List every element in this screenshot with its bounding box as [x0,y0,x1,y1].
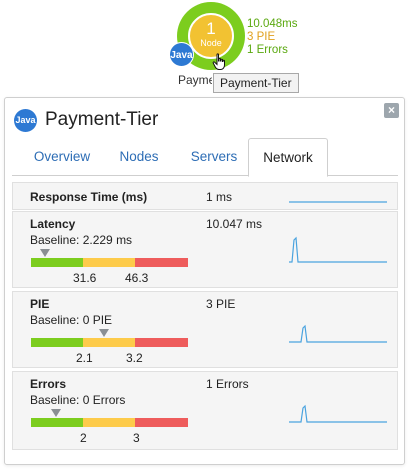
threshold-normal [31,258,83,267]
threshold-critical-label: 3.2 [126,351,143,365]
panel-header: Java Payment-Tier [14,107,158,133]
threshold-critical [135,338,188,347]
latency-sparkline [289,236,387,263]
metric-value: 1 ms [206,190,233,204]
threshold-normal [31,418,83,427]
metric-name: Response Time (ms) [30,190,148,204]
pie-sparkline [289,324,387,343]
node-stat-ms: 10.048ms [247,18,298,30]
java-icon: Java [169,42,194,67]
baseline-marker [51,409,61,417]
tab-servers[interactable]: Servers [178,138,250,176]
node-detail-panel: Java Payment-Tier × Overview Nodes Serve… [4,97,405,465]
metric-latency: Latency Baseline: 2.229 ms 10.047 ms 31.… [12,211,398,288]
metric-errors: Errors Baseline: 0 Errors 1 Errors 2 3 [12,371,398,450]
node-graph: 1 Node Java 10.048ms 3 PIE 1 Errors Paym… [0,0,410,100]
metric-value: 1 Errors [206,377,249,391]
threshold-critical-label: 46.3 [125,271,149,285]
baseline-marker [40,249,50,257]
threshold-warning [83,418,135,427]
threshold-critical-label: 3 [133,431,140,445]
response-sparkline [289,201,387,203]
metric-baseline: Baseline: 2.229 ms [30,233,133,247]
metric-name: Latency [30,217,76,231]
metric-name: PIE [30,297,50,311]
threshold-critical [135,258,188,267]
java-icon: Java [14,108,37,132]
threshold-bar [31,338,188,347]
node-label: Node [200,38,222,48]
errors-sparkline [289,404,387,423]
threshold-warning [83,338,135,347]
metric-value: 3 PIE [206,297,236,311]
threshold-warning-label: 2.1 [76,351,93,365]
tab-nodes[interactable]: Nodes [108,138,170,176]
threshold-warning [83,258,135,267]
metric-pie: PIE Baseline: 0 PIE 3 PIE 2.1 3.2 [12,291,398,368]
node-tooltip: Payment-Tier [213,73,299,93]
metric-name: Errors [30,377,67,391]
metric-baseline: Baseline: 0 Errors [30,393,126,407]
threshold-warning-label: 31.6 [73,271,97,285]
close-button[interactable]: × [384,103,399,118]
threshold-normal [31,338,83,347]
node-name[interactable]: Payment-Tier [178,73,212,87]
node-stats: 10.048ms 3 PIE 1 Errors [247,18,298,57]
node-stat-errors: 1 Errors [247,44,288,56]
threshold-warning-label: 2 [80,431,87,445]
panel-tabs: Overview Nodes Servers Network [12,138,398,177]
threshold-bar [31,258,188,267]
threshold-critical [135,418,188,427]
node-count: 1 [206,19,216,38]
node-stat-pie: 3 PIE [247,31,276,43]
panel-title: Payment-Tier [45,109,159,130]
threshold-bar [31,418,188,427]
tab-overview[interactable]: Overview [22,138,102,176]
metric-response-time: Response Time (ms) 1 ms [12,182,398,210]
tab-network[interactable]: Network [248,138,328,177]
baseline-marker [99,329,109,337]
metric-value: 10.047 ms [206,217,263,231]
metric-baseline: Baseline: 0 PIE [30,313,113,327]
